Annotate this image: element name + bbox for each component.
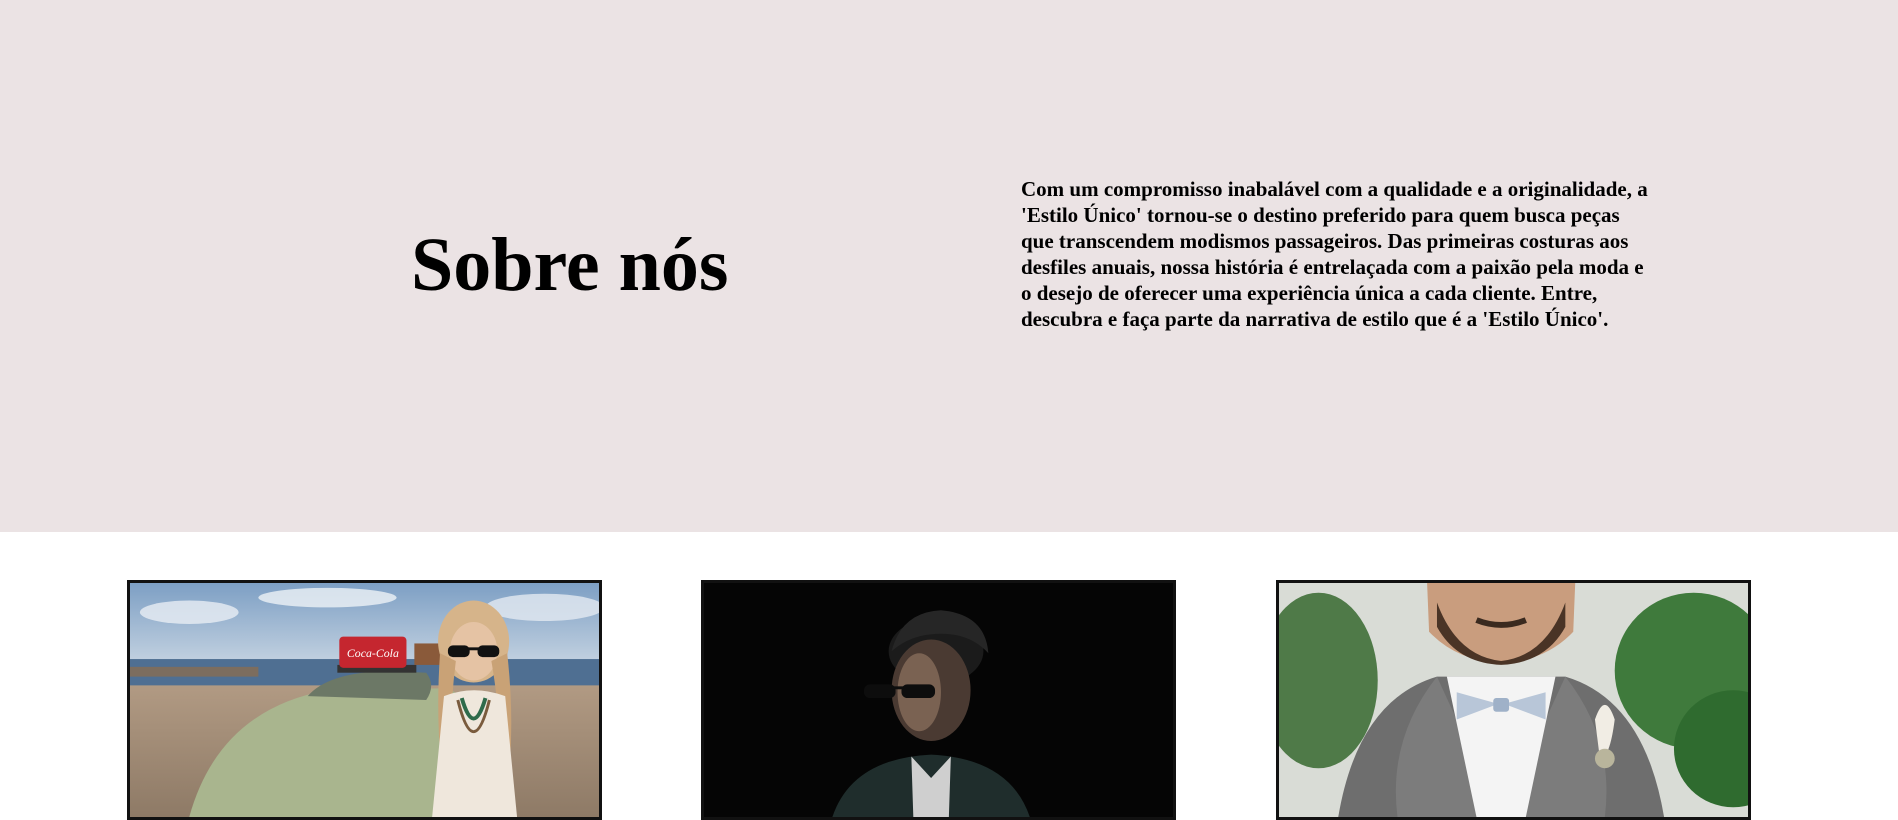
gallery-photo-woman-car: Coca-Cola (127, 580, 602, 820)
coca-cola-sign-text: Coca-Cola (347, 647, 399, 660)
gallery-photo-man-dark (701, 580, 1176, 820)
gallery-photo-man-suit (1276, 580, 1751, 820)
about-description: Com um compromisso inabalável com a qual… (1021, 177, 1648, 331)
photo-gallery: Coca-Cola (0, 532, 1898, 820)
man-dark-photo (704, 583, 1173, 817)
man-suit-photo (1279, 583, 1748, 817)
woman-car-photo: Coca-Cola (130, 583, 599, 817)
about-section: Sobre nós Com um compromisso inabalável … (0, 0, 1898, 532)
about-title: Sobre nós (411, 223, 729, 307)
